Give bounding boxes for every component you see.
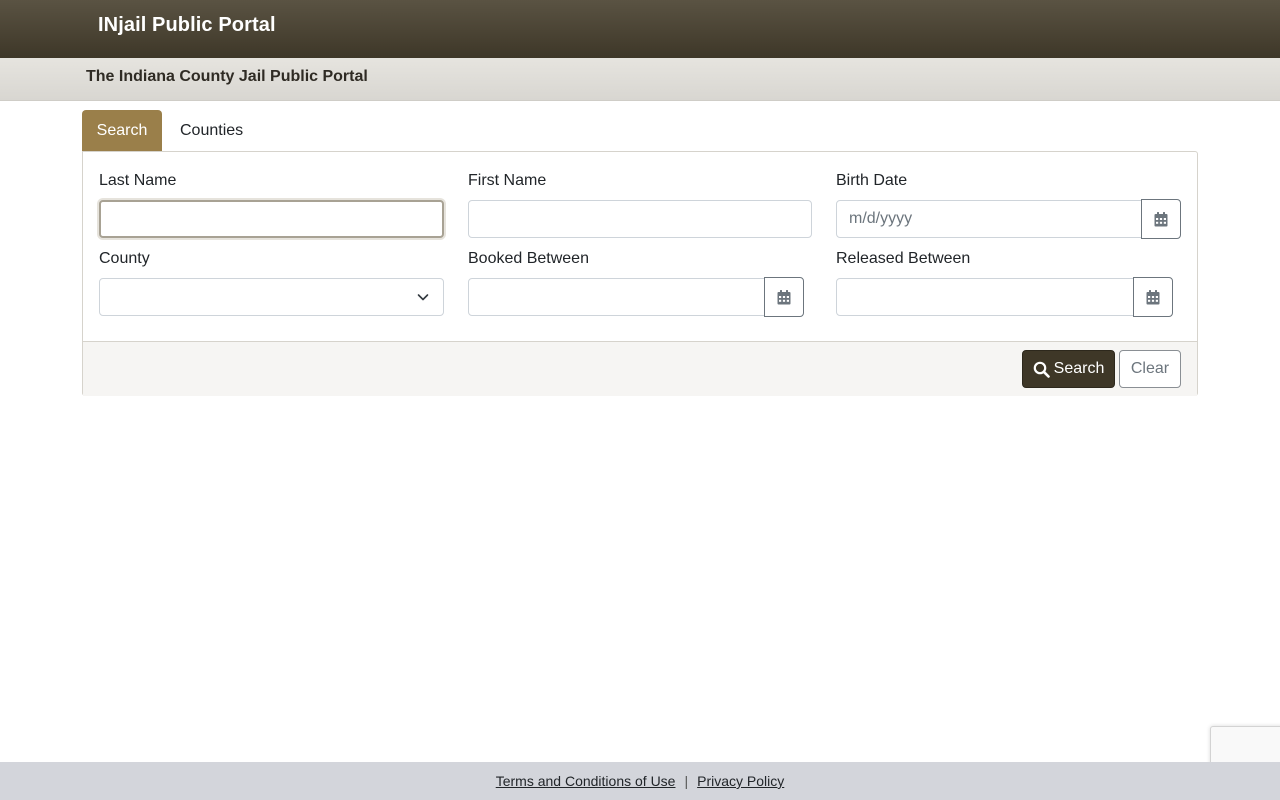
calendar-icon <box>777 289 791 304</box>
tab-bar: Search Counties <box>82 110 259 151</box>
brand-title[interactable]: INjail Public Portal <box>98 14 276 37</box>
clear-button[interactable]: Clear <box>1119 350 1181 388</box>
last-name-input[interactable] <box>99 200 444 238</box>
search-panel: Last Name First Name Birth Date County B… <box>82 151 1198 396</box>
privacy-link[interactable]: Privacy Policy <box>697 773 784 789</box>
footer-separator: | <box>684 773 689 789</box>
birth-date-calendar-button[interactable] <box>1141 199 1181 239</box>
birth-date-input[interactable] <box>836 200 1142 238</box>
chevron-down-icon <box>417 294 429 301</box>
calendar-icon <box>1146 289 1160 304</box>
subtitle-bar: The Indiana County Jail Public Portal <box>0 58 1280 101</box>
calendar-icon <box>1154 211 1168 226</box>
birth-date-label: Birth Date <box>836 172 908 189</box>
tab-search[interactable]: Search <box>82 110 162 151</box>
booked-between-label: Booked Between <box>468 250 589 267</box>
first-name-label: First Name <box>468 172 547 189</box>
search-button[interactable]: Search <box>1022 350 1115 388</box>
search-actions-row: Search Clear <box>83 341 1197 396</box>
released-between-input[interactable] <box>836 278 1134 316</box>
first-name-input[interactable] <box>468 200 812 238</box>
tab-counties[interactable]: Counties <box>162 110 259 151</box>
county-label: County <box>99 250 150 267</box>
booked-between-calendar-button[interactable] <box>764 277 804 317</box>
page-footer: Terms and Conditions of Use | Privacy Po… <box>0 762 1280 800</box>
booked-between-input[interactable] <box>468 278 765 316</box>
page-subtitle: The Indiana County Jail Public Portal <box>86 68 368 85</box>
terms-link[interactable]: Terms and Conditions of Use <box>496 773 676 789</box>
last-name-label: Last Name <box>99 172 177 189</box>
released-between-calendar-button[interactable] <box>1133 277 1173 317</box>
search-button-label: Search <box>1053 360 1105 377</box>
search-icon <box>1033 361 1050 378</box>
top-header-bar: INjail Public Portal <box>0 0 1280 58</box>
released-between-label: Released Between <box>836 250 971 267</box>
county-select[interactable] <box>99 278 444 316</box>
